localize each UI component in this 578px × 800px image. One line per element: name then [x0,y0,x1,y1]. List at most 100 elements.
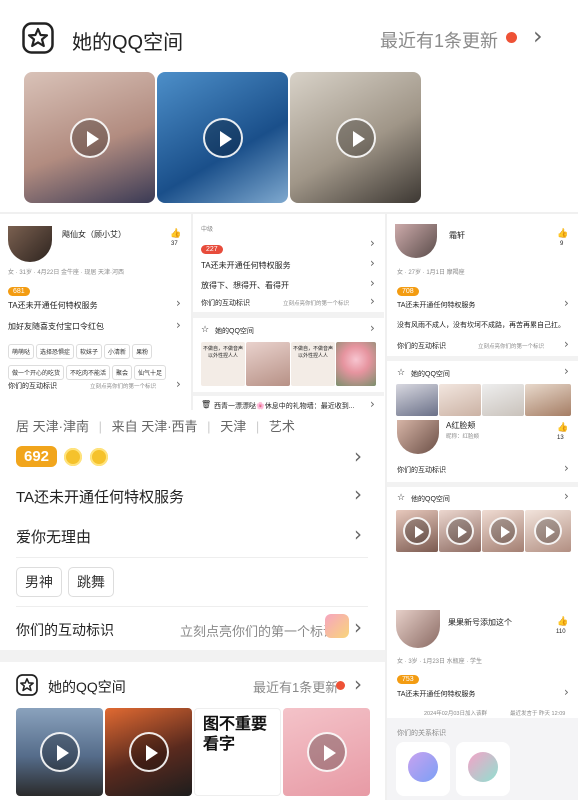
sun-icon [89,447,108,466]
photo-thumb[interactable]: 不做自，不做音声 以外性捏人人 [201,342,245,386]
divider [387,356,578,361]
interaction-label[interactable]: 你们的互动标识 [16,620,114,640]
photo-thumb[interactable] [396,384,438,416]
meme-thumb[interactable]: 图不重要 看字 [194,708,281,796]
play-icon [306,732,347,772]
chevron-right-icon: › [370,294,375,308]
level-badge: 681 [8,280,30,298]
interaction-hint[interactable]: 立刻点亮你们的第一个标识 [180,621,336,640]
level-value: 753 [397,675,419,684]
photo-thumb[interactable] [336,342,376,386]
signature: 爱你无理由 [16,529,92,546]
avatar[interactable] [397,420,439,454]
interaction-hint[interactable]: 立刻点亮你们的第一个标识 [90,382,156,390]
space-title[interactable]: 她的QQ空间 [48,677,126,697]
level-badge: 708 [397,280,419,298]
space-title[interactable]: 她的QQ空间 [215,326,254,336]
space-title[interactable]: 她的QQ空间 [411,369,450,379]
score-badge[interactable]: 692 [16,446,108,467]
thumb-up-icon[interactable]: 👍 [557,228,568,239]
video-thumb[interactable] [525,510,571,552]
interaction-hint[interactable]: 立刻点亮你们的第一个标识 [283,299,349,307]
update-text: 最近有1条更新 [253,680,339,695]
play-icon [489,517,517,545]
interaction-hint[interactable]: 立刻点亮你们的第一个标识 [478,342,544,350]
thumb-up-icon[interactable]: 👍 [170,228,181,239]
chevron-right-icon: › [176,296,181,310]
update-dot [506,32,517,43]
chevron-right-icon: › [354,444,362,468]
profile-info: 女 · 31岁 · 4月22日 金牛座 · 现居 天津·河西 [8,270,125,276]
photo-thumb[interactable] [439,384,481,416]
badge-icon [408,752,438,782]
privilege-text[interactable]: TA还未开通任何特权服务 [397,300,475,310]
interaction-label[interactable]: 你们的互动标识 [201,298,250,308]
video-thumb[interactable] [283,708,370,796]
space-title[interactable]: 他的QQ空间 [411,494,450,504]
play-icon [335,117,376,158]
location-part: 天津 [220,419,247,434]
interaction-badge-icon [325,614,349,638]
tag: 仙气十足 [134,365,167,380]
privilege-text[interactable]: TA还未开通任何特权服务 [16,486,184,507]
privilege-text[interactable]: TA还未开通任何特权服务 [8,300,98,311]
location-part: 艺术 [268,419,295,434]
thumb-up-icon[interactable]: 👍 [557,616,568,627]
divider [191,214,193,410]
interaction-label[interactable]: 你们的互动标识 [397,341,446,351]
chevron-right-icon: › [533,22,543,50]
like-count: 13 [557,435,564,441]
play-icon [39,732,80,772]
thumb-up-icon[interactable]: 👍 [557,422,568,433]
chevron-right-icon: › [564,461,569,475]
privilege-text[interactable]: TA还未开通任何特权服务 [397,689,475,699]
video-thumb-1[interactable] [24,72,155,203]
video-thumb[interactable] [439,510,481,552]
space-title: 她的QQ空间 [72,32,184,54]
video-thumb[interactable] [16,708,103,796]
divider [193,312,384,318]
video-thumb[interactable] [105,708,192,796]
meme-text: 不做自，不做音声 以外性捏人人 [293,346,334,359]
nickname: A红脸颊 [446,421,476,430]
like-count: 37 [171,241,178,247]
signature: 加好友随喜支付宝口令红包 [8,322,104,331]
relation-badge-2[interactable] [456,742,510,796]
star-icon [22,22,54,54]
chevron-right-icon: › [370,321,375,335]
photo-thumb[interactable] [246,342,290,386]
nickname-sub: 昵称：红脸颊 [446,434,480,440]
chevron-right-icon: › [176,318,181,332]
interaction-label[interactable]: 你们的互动标识 [397,465,446,475]
photo-thumb[interactable] [525,384,571,416]
level-value: 681 [8,287,30,296]
chevron-right-icon: › [354,672,362,696]
avatar[interactable] [395,224,437,258]
video-thumb-3[interactable] [290,72,421,203]
level-label: 中级 [201,227,214,233]
video-thumb-2[interactable] [157,72,288,203]
interaction-label[interactable]: 你们的互动标识 [8,381,57,391]
video-thumb[interactable] [482,510,524,552]
photo-thumb[interactable]: 不做自，不做音声 以外性捏人人 [291,342,335,386]
level-badge: 753 [397,668,419,686]
chevron-right-icon: › [176,377,181,391]
relation-badge-1[interactable] [396,742,450,796]
chevron-right-icon: › [354,522,362,546]
avatar[interactable] [8,226,52,262]
like-count: 110 [556,629,566,635]
chevron-right-icon: › [354,482,362,506]
photo-thumb[interactable] [482,384,524,416]
star-icon: ☆ [201,324,210,334]
chevron-right-icon: › [564,296,569,310]
tag: 软妹子 [76,344,103,359]
video-thumb[interactable] [396,510,438,552]
location-row: 居 天津·津南 | 来自 天津·西青 | 天津 | 艺术 [16,419,295,434]
latest-post[interactable]: 西青一漂漂哒🌸休息中的礼物墙：最近收到... [214,401,355,411]
avatar[interactable] [396,610,440,648]
tag: 做一个开心的吃货 [8,365,65,380]
like-count: 9 [560,241,564,247]
tag-list: 萌萌哒 选择恐惧症 软妹子 小清新 果粉 做一个开心的吃货 不吃肉不能活 聚会 仙气十足 [8,341,188,383]
privilege-text[interactable]: TA还未开通任何特权服务 [201,260,291,271]
score-value: 692 [16,446,58,467]
